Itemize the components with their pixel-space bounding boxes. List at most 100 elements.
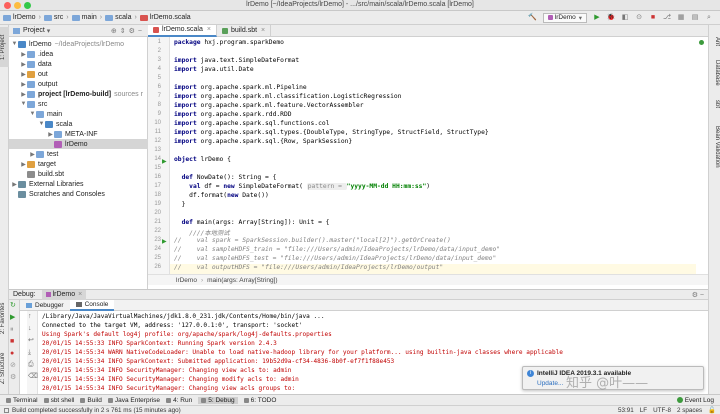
tree-arrow-icon[interactable]: ▶ — [20, 71, 27, 78]
panel-options-icon[interactable]: ⚙ − — [692, 291, 704, 299]
down-icon[interactable]: ↓ — [28, 325, 36, 333]
run-gutter-icon[interactable]: ▶ — [162, 238, 167, 245]
structure-tool-tab[interactable]: Z: Structure — [0, 345, 9, 391]
vcs-icon[interactable]: ⎇ — [662, 13, 672, 23]
tree-arrow-icon[interactable]: ▼ — [29, 111, 36, 117]
editor-tab[interactable]: lrDemo.scala × — [148, 24, 217, 37]
bottom-tab[interactable]: Build — [80, 397, 102, 404]
tree-item[interactable]: ▶ .idea — [9, 49, 148, 59]
tree-arrow-icon[interactable]: ▼ — [20, 101, 27, 107]
tree-item[interactable]: ▶ target — [9, 159, 148, 169]
breadcrumb-item[interactable]: scala › — [105, 14, 137, 21]
settings-icon[interactable]: ⚙ — [10, 374, 18, 382]
tree-item[interactable]: ▶ META-INF — [9, 129, 148, 139]
line-separator[interactable]: LF — [640, 407, 647, 414]
editor-scrollbar[interactable] — [696, 37, 708, 274]
sbt-tool-tab[interactable]: sbt — [710, 95, 720, 113]
tree-item[interactable]: ▶ External Libraries — [9, 179, 148, 189]
close-icon[interactable]: × — [261, 27, 265, 34]
project-structure-icon[interactable]: ▦ — [676, 13, 686, 23]
bottom-tab[interactable]: Terminal — [6, 397, 38, 404]
tree-item-selected[interactable]: lrDemo — [9, 139, 148, 149]
indent-setting[interactable]: 2 spaces — [677, 407, 702, 414]
project-tool-tab[interactable]: 1: Project — [0, 27, 9, 67]
code-editor[interactable]: package hxj.program.sparkDemo import java… — [170, 37, 700, 274]
tree-arrow-icon[interactable]: ▶ — [11, 181, 18, 188]
breadcrumb-item[interactable]: lrDemo.scala — [139, 14, 191, 21]
search-icon[interactable]: ⌕ — [704, 13, 714, 23]
favorites-tool-tab[interactable]: 2: Favorites — [0, 295, 9, 341]
tree-item[interactable]: ▼ main — [9, 109, 148, 119]
run-config-select[interactable]: lrDemo ▾ — [542, 12, 587, 23]
scroll-to-end-icon[interactable]: ⤓ — [28, 349, 36, 357]
tree-arrow-icon[interactable]: ▶ — [47, 131, 54, 138]
tool-window-toggle-icon[interactable] — [4, 407, 9, 413]
database-tool-tab[interactable]: Database — [710, 55, 720, 91]
tree-arrow-icon[interactable]: ▶ — [20, 161, 27, 168]
sdk-icon[interactable]: ▤ — [690, 13, 700, 23]
debug-subtab-debugger[interactable]: Debugger — [20, 300, 70, 311]
breakpoints-icon[interactable]: ● — [10, 350, 18, 358]
navigation-bar: lrDemo › src › main › scala › lrDemo.scala 🔨 lrD… — [0, 11, 720, 25]
file-encoding[interactable]: UTF-8 — [653, 407, 671, 414]
soft-wrap-icon[interactable]: ↩ — [28, 337, 36, 345]
bottom-tab[interactable]: sbt shell — [43, 397, 74, 404]
bottom-tab[interactable]: 4: Run — [166, 397, 192, 404]
tree-arrow-icon[interactable]: ▼ — [11, 41, 18, 47]
close-icon[interactable]: × — [78, 291, 82, 298]
run-gutter-icon[interactable]: ▶ — [162, 158, 167, 165]
bottom-tab[interactable]: 6: TODO — [243, 397, 276, 404]
tree-item[interactable]: ▶ output — [9, 79, 148, 89]
print-icon[interactable]: ⎙ — [28, 361, 36, 369]
breadcrumb-item[interactable]: main › — [71, 14, 102, 21]
update-link[interactable]: Update... — [537, 380, 563, 387]
debug-icon[interactable]: 🐞 — [606, 13, 616, 23]
breadcrumb-item[interactable]: src › — [43, 14, 69, 21]
up-icon[interactable]: ↑ — [28, 313, 36, 321]
ant-tool-tab[interactable]: Ant — [710, 33, 720, 51]
tree-arrow-icon[interactable]: ▶ — [20, 51, 27, 58]
chevron-down-icon[interactable]: ▾ — [47, 27, 51, 35]
project-panel-title[interactable]: Project — [23, 27, 45, 34]
debug-config-tab[interactable]: lrDemo × — [41, 289, 87, 300]
editor-tab[interactable]: build.sbt × — [217, 24, 272, 37]
run-icon[interactable]: ▶ — [592, 13, 602, 23]
build-hammer-icon[interactable]: 🔨 — [528, 13, 538, 23]
tree-item[interactable]: ▶ out — [9, 69, 148, 79]
clear-icon[interactable]: ⌫ — [28, 373, 38, 381]
resume-icon[interactable]: ▶ — [10, 314, 18, 322]
stop-icon[interactable]: ■ — [10, 338, 18, 346]
profile-icon[interactable]: ⊙ — [634, 13, 644, 23]
stop-icon[interactable]: ■ — [648, 13, 658, 23]
tree-item[interactable]: ▼ src — [9, 99, 148, 109]
bottom-tab[interactable]: Java Enterprise — [107, 397, 160, 404]
tree-item[interactable]: ▶ test — [9, 149, 148, 159]
coverage-icon[interactable]: ◧ — [620, 13, 630, 23]
event-log-button[interactable]: Event Log — [676, 397, 714, 404]
caret-position[interactable]: 53:91 — [618, 407, 634, 414]
tree-item[interactable]: ▼ scala — [9, 119, 148, 129]
tree-item[interactable]: ▶ project [lrDemo-build] sources r — [9, 89, 148, 99]
mute-breakpoints-icon[interactable]: ⊘ — [10, 362, 18, 370]
panel-options-icon[interactable]: ⊕⇕⚙− — [111, 27, 145, 35]
tree-item[interactable]: ▶ data — [9, 59, 148, 69]
bean-validation-tool-tab[interactable]: Bean Validation — [710, 117, 720, 177]
rerun-icon[interactable]: ↻ — [10, 302, 18, 310]
tree-arrow-icon[interactable]: ▶ — [20, 91, 27, 98]
close-icon[interactable]: × — [207, 26, 211, 33]
breadcrumb-object[interactable]: lrDemo — [176, 277, 197, 284]
line-number: 24 — [154, 246, 161, 252]
pause-icon[interactable]: ⏸ — [10, 326, 18, 334]
breadcrumb-item[interactable]: lrDemo › — [3, 14, 41, 21]
tree-arrow-icon[interactable]: ▶ — [29, 151, 36, 158]
tree-item[interactable]: build.sbt — [9, 169, 148, 179]
debug-subtab-console[interactable]: Console — [69, 299, 115, 311]
tree-arrow-icon[interactable]: ▶ — [20, 61, 27, 68]
tree-arrow-icon[interactable]: ▶ — [20, 81, 27, 88]
tree-arrow-icon[interactable]: ▼ — [38, 121, 45, 127]
tree-item[interactable]: ▼ lrDemo ~/IdeaProjects/lrDemo — [9, 39, 148, 49]
tree-item[interactable]: Scratches and Consoles — [9, 189, 148, 199]
lock-icon[interactable]: 🔓 — [708, 406, 716, 414]
bottom-tab[interactable]: 5: Debug — [198, 396, 238, 404]
breadcrumb-method[interactable]: main(args: Array[String]) — [207, 277, 277, 284]
